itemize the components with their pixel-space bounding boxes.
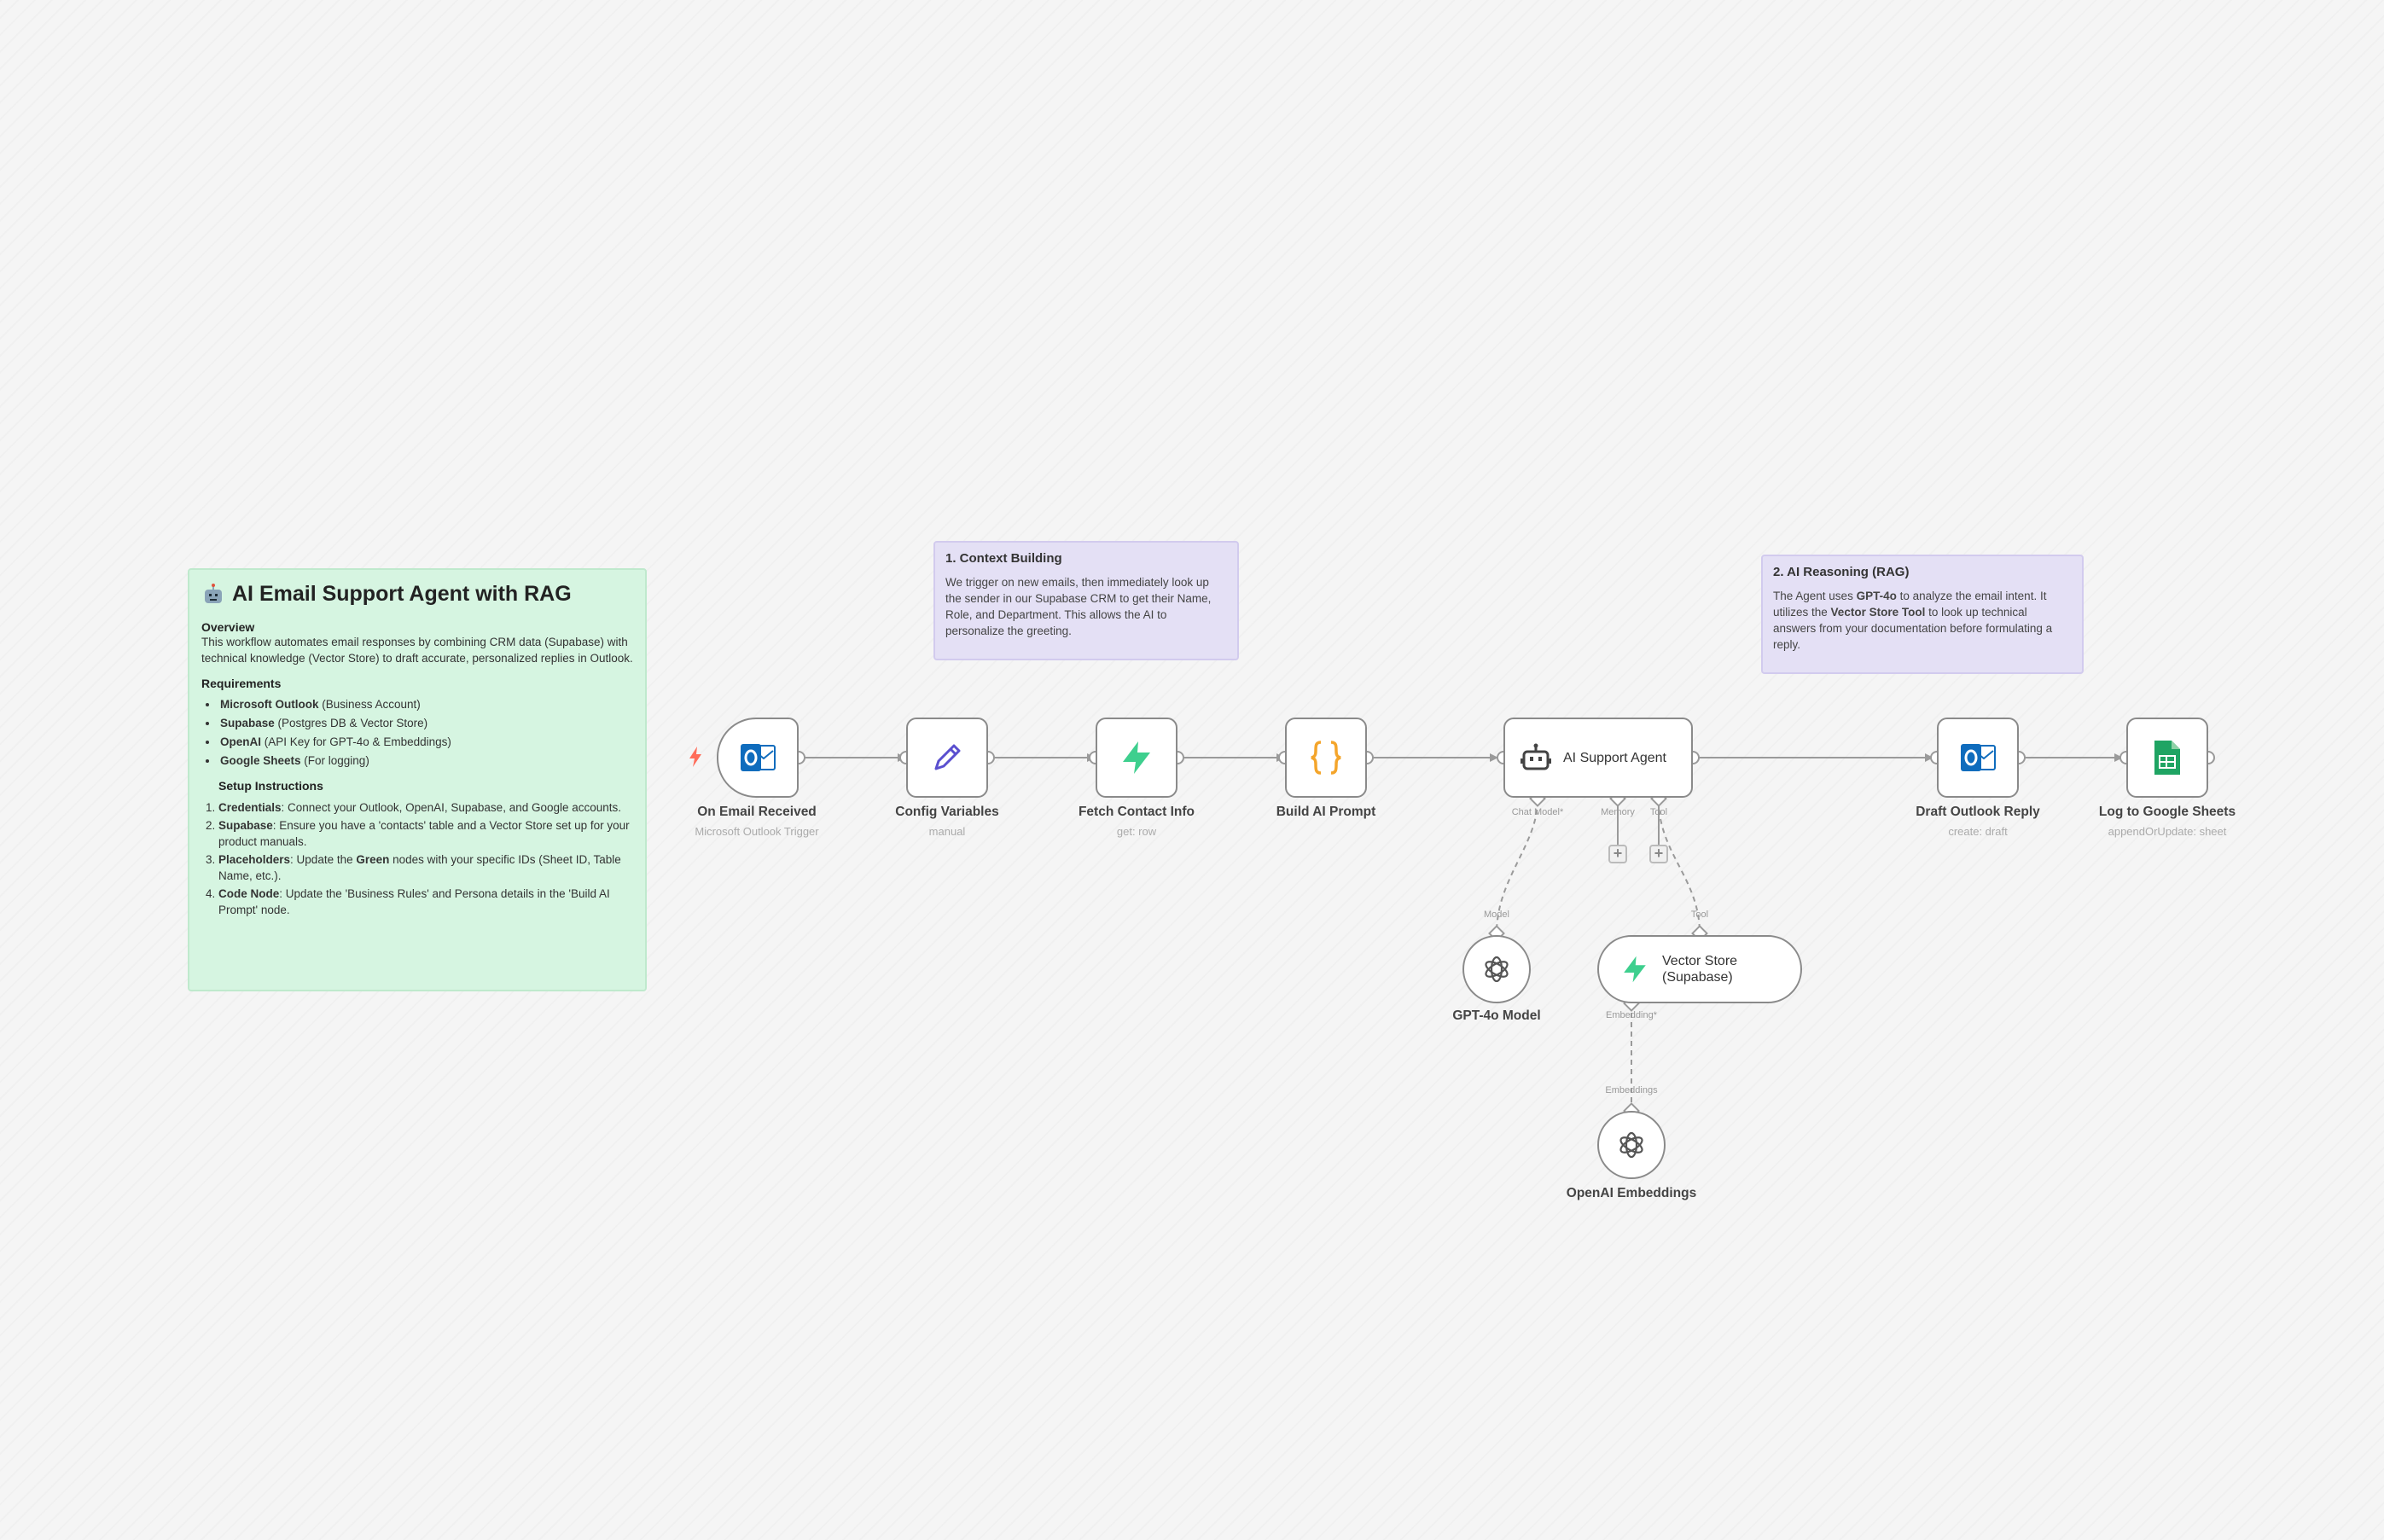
add-tool-button[interactable]: +	[1649, 845, 1668, 863]
sticky-title-text: AI Email Support Agent with RAG	[232, 582, 572, 606]
sticky-body: The Agent uses GPT-4o to analyze the ema…	[1773, 590, 2053, 651]
sticky-title: 1. Context Building	[945, 551, 1062, 566]
google-sheets-icon	[2154, 741, 2180, 775]
node-label: OpenAI Embeddings	[1566, 1186, 1697, 1200]
node-subtitle: get: row	[1116, 825, 1157, 838]
requirements-list: Microsoft Outlook (Business Account) Sup…	[201, 695, 633, 770]
sticky-note-context-building[interactable]: 1. Context Building We trigger on new em…	[933, 541, 1239, 660]
supabase-icon	[1123, 741, 1150, 774]
node-fetch-contact-info[interactable]	[1096, 718, 1177, 798]
setup-heading: Setup Instructions	[218, 779, 323, 793]
trigger-bolt-icon	[689, 747, 701, 767]
pencil-icon	[934, 744, 961, 770]
sticky-title: AI Email Support Agent with RAG	[201, 582, 633, 607]
node-title: Vector Store (Supabase)	[1662, 954, 1738, 985]
node-vector-store-supabase[interactable]: Vector Store (Supabase)	[1597, 935, 1802, 1003]
curly-braces-icon	[1311, 741, 1341, 775]
openai-icon	[1619, 1131, 1643, 1159]
node-build-ai-prompt[interactable]	[1285, 718, 1367, 798]
setup-item: Supabase: Ensure you have a 'contacts' t…	[218, 817, 633, 850]
node-openai-embeddings[interactable]	[1597, 1111, 1666, 1179]
sticky-note-overview[interactable]: AI Email Support Agent with RAG Overview…	[188, 568, 647, 991]
node-label: Build AI Prompt	[1276, 805, 1376, 819]
outlook-icon	[741, 744, 776, 771]
node-label: Config Variables	[895, 805, 999, 819]
node-subtitle: manual	[928, 825, 966, 838]
node-ai-support-agent[interactable]: AI Support Agent	[1503, 718, 1693, 798]
setup-list: Credentials: Connect your Outlook, OpenA…	[201, 799, 633, 918]
node-label: Draft Outlook Reply	[1916, 805, 2040, 819]
node-label: Fetch Contact Info	[1078, 805, 1195, 819]
requirement-item: Google Sheets (For logging)	[218, 752, 633, 770]
port-label-tool: Tool	[1690, 909, 1709, 920]
node-subtitle: Microsoft Outlook Trigger	[695, 825, 819, 838]
openai-icon	[1485, 956, 1509, 983]
port-label-memory: Memory	[1601, 807, 1635, 817]
port-label-embeddings: Embeddings	[1605, 1085, 1658, 1095]
node-label: Log to Google Sheets	[2098, 805, 2236, 819]
node-draft-outlook-reply[interactable]	[1937, 718, 2019, 798]
robot-emoji-icon	[205, 583, 222, 603]
node-gpt-4o-model[interactable]	[1462, 935, 1531, 1003]
node-subtitle: appendOrUpdate: sheet	[2108, 825, 2227, 838]
sticky-note-ai-reasoning[interactable]: 2. AI Reasoning (RAG) The Agent uses GPT…	[1761, 555, 2084, 674]
requirements-heading: Requirements	[201, 677, 282, 690]
overview-heading: Overview	[201, 620, 255, 634]
node-subtitle: create: draft	[1948, 825, 2008, 838]
node-email-trigger[interactable]	[717, 718, 799, 798]
workflow-canvas[interactable]: AI Email Support Agent with RAG Overview…	[0, 0, 2384, 1540]
requirement-item: Microsoft Outlook (Business Account)	[218, 695, 633, 714]
setup-item: Credentials: Connect your Outlook, OpenA…	[218, 799, 633, 816]
robot-icon	[1521, 743, 1551, 770]
node-config-variables[interactable]	[906, 718, 988, 798]
setup-item: Code Node: Update the 'Business Rules' a…	[218, 886, 633, 918]
requirement-item: OpenAI (API Key for GPT-4o & Embeddings)	[218, 733, 633, 752]
port-label-embedding: Embedding*	[1606, 1010, 1657, 1020]
setup-item: Placeholders: Update the Green nodes wit…	[218, 851, 633, 884]
port-label-model: Model	[1484, 909, 1509, 920]
overview-text: This workflow automates email responses …	[201, 636, 633, 665]
port-label-tool: Tool	[1649, 807, 1668, 817]
node-title: AI Support Agent	[1563, 750, 1666, 765]
node-label: On Email Received	[697, 805, 817, 819]
requirement-item: Supabase (Postgres DB & Vector Store)	[218, 714, 633, 733]
outlook-icon	[1961, 744, 1996, 771]
node-log-google-sheets[interactable]	[2126, 718, 2208, 798]
supabase-icon	[1624, 956, 1646, 983]
sticky-title: 2. AI Reasoning (RAG)	[1773, 565, 1910, 579]
sticky-body: We trigger on new emails, then immediate…	[945, 576, 1212, 637]
node-label: GPT-4o Model	[1452, 1008, 1541, 1023]
add-memory-button[interactable]: +	[1608, 845, 1627, 863]
port-label-chat-model: Chat Model*	[1511, 807, 1564, 817]
